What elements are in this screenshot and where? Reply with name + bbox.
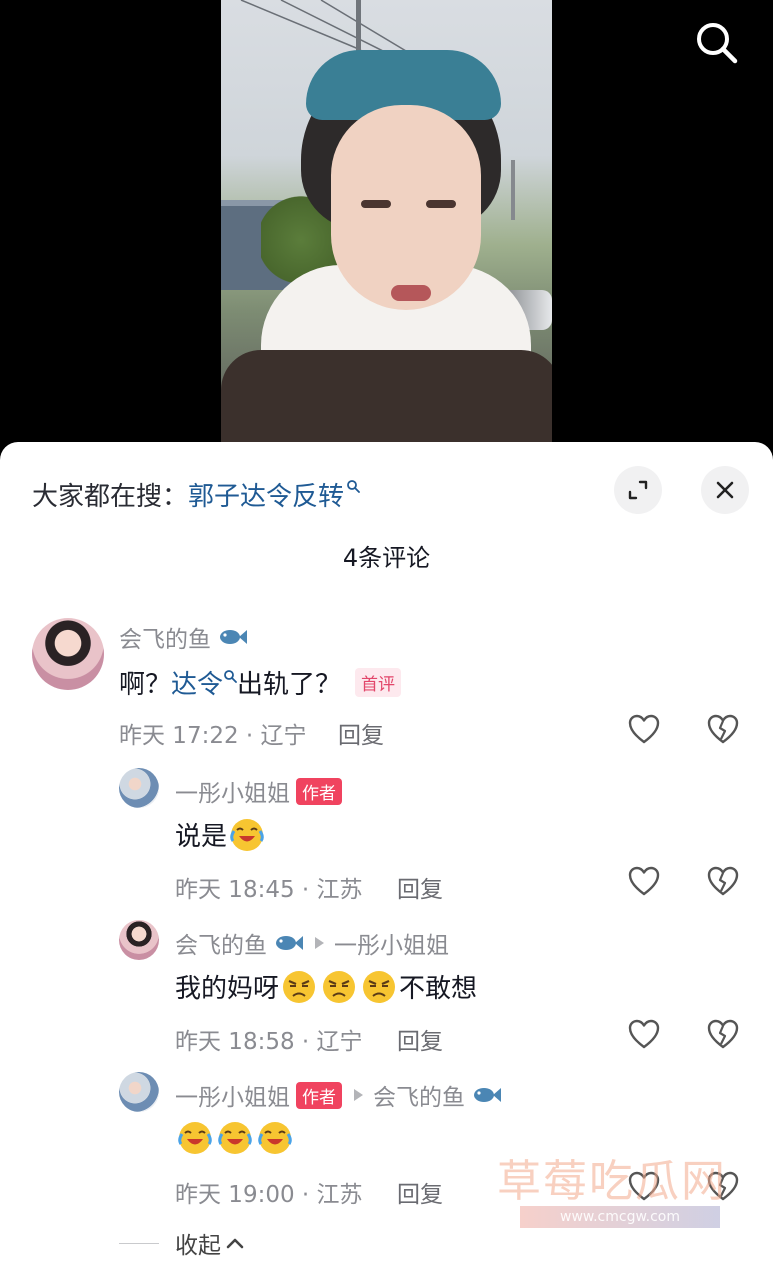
hot-search-prefix: 大家都在搜： bbox=[32, 482, 189, 512]
broken-heart-icon[interactable] bbox=[706, 865, 740, 899]
avatar[interactable] bbox=[119, 768, 159, 808]
avatar[interactable] bbox=[32, 618, 104, 690]
crying-laugh-emoji-icon bbox=[178, 1122, 212, 1154]
author-badge: 作者 bbox=[296, 777, 342, 805]
heart-icon[interactable] bbox=[627, 1018, 661, 1052]
comment-username[interactable]: 会飞的鱼 一彤小姐姐 bbox=[175, 926, 449, 960]
reply-button[interactable]: 回复 bbox=[397, 1022, 443, 1056]
reply-arrow-icon bbox=[315, 937, 324, 949]
close-button[interactable] bbox=[701, 466, 749, 514]
comment-username[interactable]: 一彤小姐姐 作者 会飞的鱼 bbox=[175, 1078, 501, 1112]
chevron-up-icon bbox=[226, 1238, 244, 1249]
comment-username[interactable]: 会飞的鱼 bbox=[119, 620, 247, 654]
frown-emoji-icon bbox=[323, 970, 356, 1003]
reply-button[interactable]: 回复 bbox=[338, 716, 384, 750]
avatar[interactable] bbox=[119, 1072, 159, 1112]
video-frame bbox=[221, 0, 552, 445]
comment-username[interactable]: 一彤小姐姐 作者 bbox=[175, 774, 342, 808]
close-icon bbox=[716, 481, 734, 499]
fish-icon bbox=[220, 630, 247, 644]
comment-count: 4条评论 bbox=[342, 544, 431, 572]
collapse-label: 收起 bbox=[175, 1233, 221, 1259]
search-icon bbox=[224, 669, 237, 683]
avatar[interactable] bbox=[119, 920, 159, 960]
comment-meta: 昨天 17:22 · 辽宁 bbox=[119, 723, 307, 749]
frown-emoji-icon bbox=[363, 970, 396, 1003]
comment-meta: 昨天 18:45 · 江苏 bbox=[175, 877, 363, 903]
crying-laugh-emoji-icon bbox=[230, 818, 264, 851]
heart-icon[interactable] bbox=[627, 865, 661, 899]
expand-icon bbox=[628, 480, 648, 500]
comment-text: 啊？ 达令 出轨了？ 首评 bbox=[119, 664, 402, 701]
reply-button[interactable]: 回复 bbox=[397, 870, 443, 904]
search-icon bbox=[347, 480, 360, 493]
watermark-url: www.cmcgw.com bbox=[520, 1206, 720, 1228]
crying-laugh-emoji-icon bbox=[258, 1122, 292, 1154]
video-player[interactable] bbox=[0, 0, 773, 460]
reply-arrow-icon bbox=[354, 1089, 363, 1101]
author-badge: 作者 bbox=[296, 1081, 342, 1109]
hot-search-keyword[interactable]: 郭子达令反转 bbox=[188, 482, 344, 512]
comment-text: 我的妈呀 不敢想 bbox=[175, 968, 477, 1005]
comment-text: 说是 bbox=[175, 816, 267, 853]
hot-search-bar[interactable]: 大家都在搜：郭子达令反转 bbox=[32, 476, 360, 513]
presenter bbox=[221, 50, 552, 445]
broken-heart-icon[interactable] bbox=[706, 713, 740, 747]
broken-heart-icon[interactable] bbox=[706, 1018, 740, 1052]
fish-icon bbox=[474, 1088, 501, 1102]
collapse-replies-button[interactable]: 收起 bbox=[119, 1226, 245, 1260]
watermark-title: 草莓吃瓜网 bbox=[497, 1156, 727, 1207]
crying-laugh-emoji-icon bbox=[218, 1122, 252, 1154]
comment-text bbox=[175, 1120, 295, 1156]
search-icon[interactable] bbox=[692, 18, 740, 66]
mention-link[interactable]: 达令 bbox=[171, 664, 223, 701]
divider bbox=[119, 1242, 159, 1244]
first-comment-badge: 首评 bbox=[355, 668, 402, 697]
heart-icon[interactable] bbox=[627, 713, 661, 747]
comment-meta: 昨天 19:00 · 江苏 bbox=[175, 1182, 363, 1208]
expand-button[interactable] bbox=[614, 466, 662, 514]
reply-button[interactable]: 回复 bbox=[397, 1175, 443, 1209]
comment-meta: 昨天 18:58 · 辽宁 bbox=[175, 1029, 363, 1055]
fish-icon bbox=[276, 936, 303, 950]
frown-emoji-icon bbox=[283, 970, 316, 1003]
